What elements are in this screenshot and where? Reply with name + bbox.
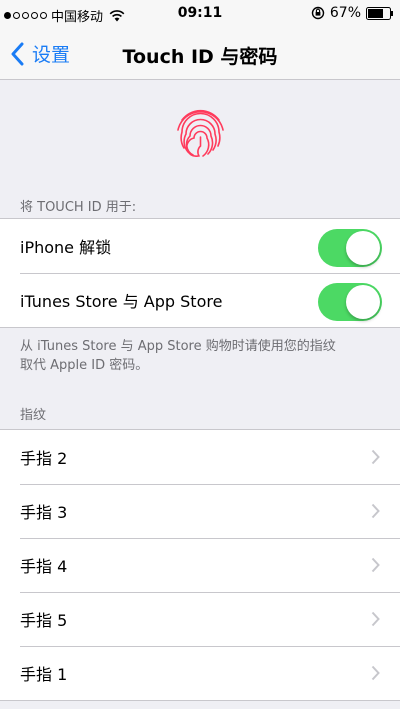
status-bar: 中国移动 09:11 67%: [0, 0, 400, 28]
navigation-bar: 设置 Touch ID 与密码: [0, 28, 400, 80]
chevron-right-icon: [371, 557, 380, 573]
fingerprint-icon: [177, 109, 224, 158]
iphone-unlock-row: iPhone 解锁: [0, 219, 400, 273]
fingerprint-label: 手指 5: [20, 611, 68, 630]
chevron-right-icon: [371, 611, 380, 627]
fingerprint-row[interactable]: 手指 5: [0, 592, 400, 646]
itunes-appstore-toggle[interactable]: [318, 283, 382, 321]
footnote-line-1: 从 iTunes Store 与 App Store 购物时请使用您的指纹: [20, 339, 336, 354]
fingerprint-label: 手指 4: [20, 557, 68, 576]
battery-icon: [366, 6, 393, 20]
touch-id-options-group: iPhone 解锁 iTunes Store 与 App Store: [0, 218, 400, 328]
footnote-line-2: 取代 Apple ID 密码。: [20, 358, 149, 373]
fingerprint-label: 手指 1: [20, 665, 68, 684]
screen: 中国移动 09:11 67% 设置 Touch ID 与密码 将 TOUCH I…: [0, 0, 400, 709]
touch-id-section-header: 将 TOUCH ID 用于:: [20, 200, 137, 215]
fingerprints-group: 手指 2 手指 3 手指 4 手指 5 手指 1: [0, 429, 400, 701]
chevron-right-icon: [371, 665, 380, 681]
battery-percent: 67%: [329, 5, 361, 21]
toggle-knob: [346, 285, 380, 319]
chevron-right-icon: [371, 503, 380, 519]
touch-id-footnote: 从 iTunes Store 与 App Store 购物时请使用您的指纹 取代…: [20, 337, 390, 375]
fingerprint-label: 手指 3: [20, 503, 68, 522]
fingerprint-row[interactable]: 手指 3: [0, 484, 400, 538]
chevron-right-icon: [371, 449, 380, 465]
iphone-unlock-toggle[interactable]: [318, 229, 382, 267]
status-right: 67%: [311, 5, 394, 21]
fingerprint-label: 手指 2: [20, 449, 68, 468]
page-title: Touch ID 与密码: [122, 46, 278, 68]
fingerprint-row[interactable]: 手指 2: [0, 430, 400, 484]
toggle-knob: [346, 231, 380, 265]
fingerprint-row[interactable]: 手指 4: [0, 538, 400, 592]
rotation-lock-icon: [311, 6, 325, 20]
fingerprint-row[interactable]: 手指 1: [0, 646, 400, 700]
fingerprint-header: [0, 81, 400, 188]
fingerprints-section-header: 指纹: [20, 408, 47, 423]
itunes-appstore-row: iTunes Store 与 App Store: [0, 273, 400, 327]
